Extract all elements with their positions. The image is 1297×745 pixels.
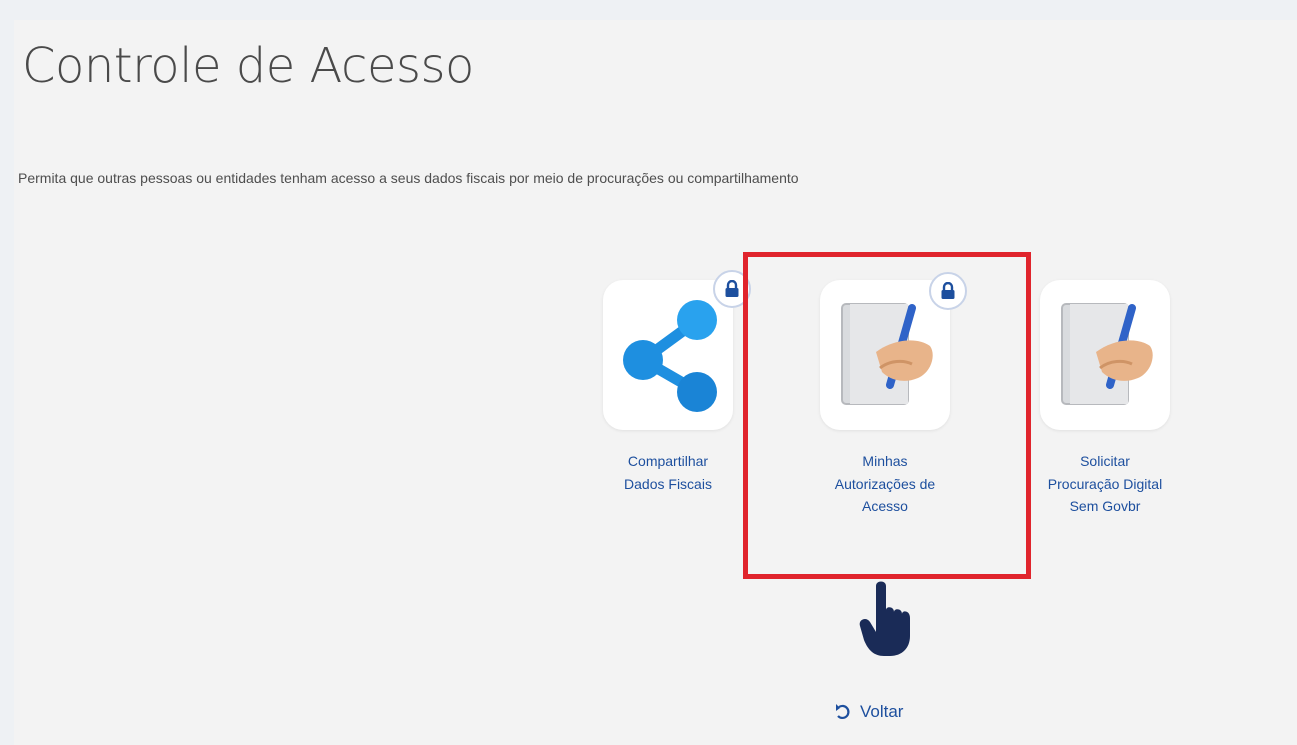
- tile-icon-box[interactable]: [1040, 280, 1170, 430]
- tile-label[interactable]: Compartilhar Dados Fiscais: [593, 450, 743, 495]
- page-subtitle: Permita que outras pessoas ou entidades …: [18, 170, 799, 186]
- back-link[interactable]: Voltar: [834, 702, 903, 722]
- signing-document-icon: [1061, 303, 1153, 405]
- back-label: Voltar: [860, 702, 904, 721]
- tile-icon-box[interactable]: [603, 280, 733, 430]
- pointer-hand-icon: [858, 580, 918, 665]
- share-icon: [623, 300, 717, 412]
- page-title: Controle de Acesso: [22, 38, 474, 94]
- undo-arrow-icon: [836, 704, 850, 719]
- tile-label[interactable]: Solicitar Procuração Digital Sem Govbr: [1030, 450, 1180, 518]
- highlight-box: [743, 252, 1031, 579]
